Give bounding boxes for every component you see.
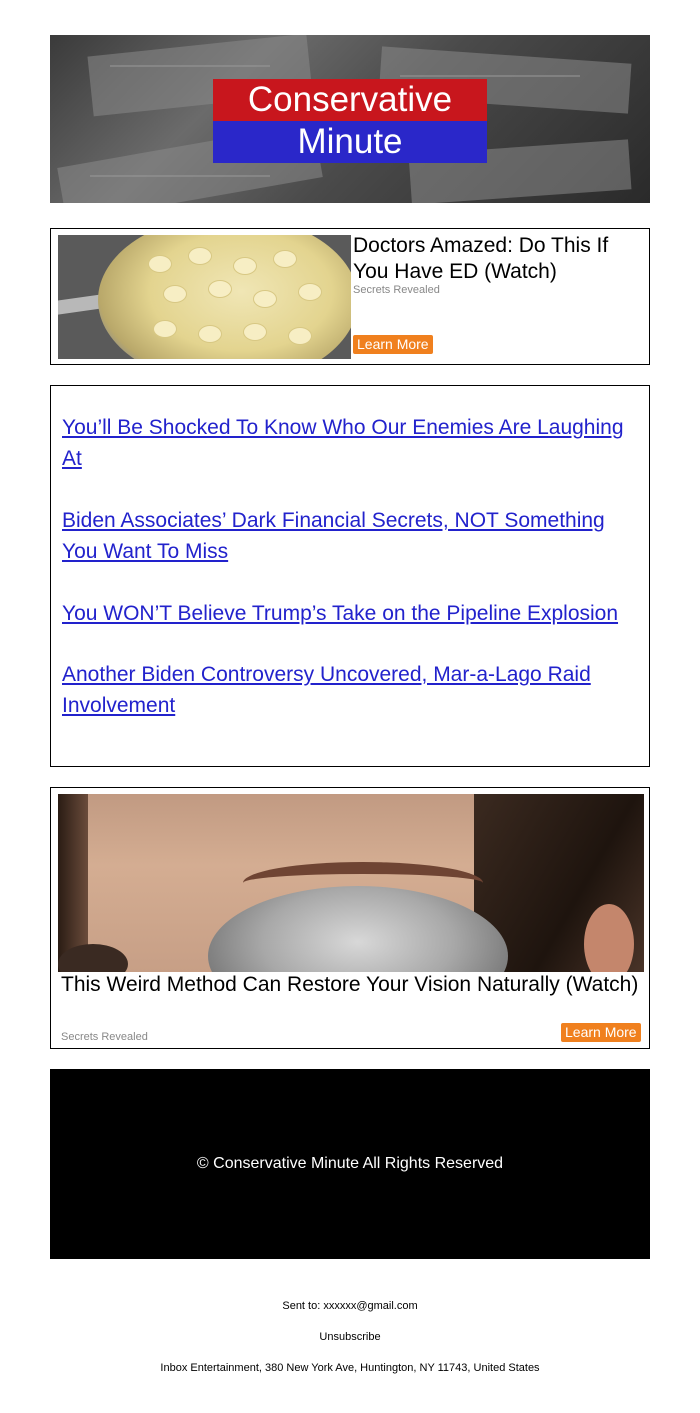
article-link[interactable]: Biden Associates’ Dark Financial Secrets… [62,505,637,567]
logo-line-1: Conservative [213,79,487,121]
learn-more-button[interactable]: Learn More [353,335,433,354]
slice-decoration [243,323,267,341]
ad-title[interactable]: This Weird Method Can Restore Your Visio… [61,972,641,998]
newspaper-line [400,75,580,77]
newspaper-line [90,175,270,177]
company-address: Inbox Entertainment, 380 New York Ave, H… [160,1362,540,1374]
unsubscribe-link[interactable]: Unsubscribe [0,1330,700,1344]
copyright-banner: © Conservative Minute All Rights Reserve… [50,1069,650,1259]
slice-decoration [233,257,257,275]
eye-decoration [58,944,128,972]
sponsored-ad-top[interactable]: Doctors Amazed: Do This If You Have ED (… [50,228,650,365]
slice-decoration [188,247,212,265]
slice-decoration [148,255,172,273]
article-links-box: You’ll Be Shocked To Know Who Our Enemie… [50,385,650,767]
ad-photo[interactable] [58,794,644,972]
logo-line-2: Minute [213,121,487,163]
slice-decoration [288,327,312,345]
ad-thumbnail-image[interactable] [58,235,351,359]
sent-to-text: Sent to: xxxxxx@gmail.com [282,1300,418,1312]
slice-decoration [198,325,222,343]
header-banner[interactable]: Conservative Minute [50,35,650,203]
ad-title[interactable]: Doctors Amazed: Do This If You Have ED (… [353,233,645,285]
ad-source: Secrets Revealed [353,284,440,296]
slice-decoration [163,285,187,303]
learn-more-button[interactable]: Learn More [561,1023,641,1042]
article-link[interactable]: Another Biden Controversy Uncovered, Mar… [62,659,637,721]
ad-source: Secrets Revealed [61,1031,148,1043]
article-link[interactable]: You’ll Be Shocked To Know Who Our Enemie… [62,412,637,474]
slice-decoration [153,320,177,338]
slice-decoration [273,250,297,268]
slice-decoration [208,280,232,298]
slice-decoration [298,283,322,301]
sponsored-ad-bottom[interactable]: This Weird Method Can Restore Your Visio… [50,787,650,1049]
slice-decoration [253,290,277,308]
article-link[interactable]: You WON’T Believe Trump’s Take on the Pi… [62,598,637,629]
copyright-text: © Conservative Minute All Rights Reserve… [196,1155,504,1172]
site-logo[interactable]: Conservative Minute [213,79,487,163]
newspaper-line [110,65,270,67]
